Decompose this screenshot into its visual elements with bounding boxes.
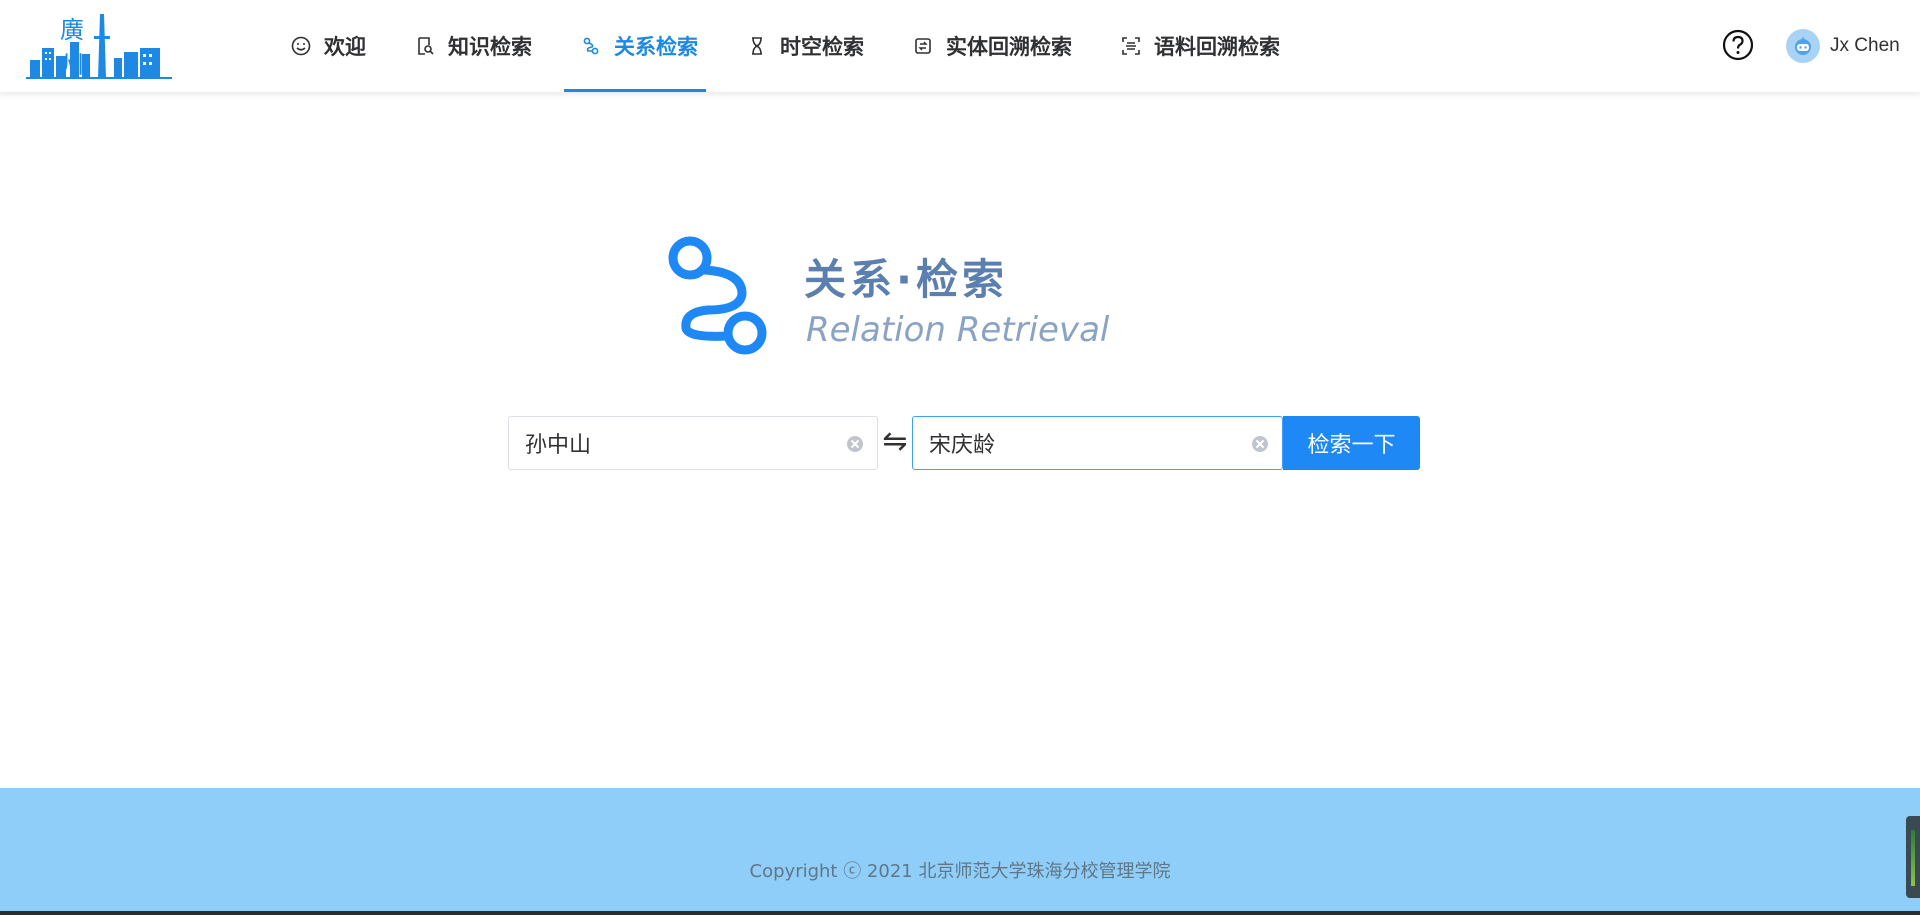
clear-icon[interactable] bbox=[1252, 436, 1268, 452]
bot-avatar-icon bbox=[1786, 29, 1820, 63]
document-search-icon bbox=[414, 35, 436, 57]
hero-title: 关系·检索 bbox=[804, 255, 1008, 304]
nav-label: 欢迎 bbox=[324, 35, 366, 59]
hero-subtitle: Relation Retrieval bbox=[806, 310, 1110, 350]
nav-item-knowledge-search[interactable]: 知识检索 bbox=[414, 0, 532, 92]
smile-icon bbox=[290, 35, 312, 57]
nav-label: 实体回溯检索 bbox=[946, 35, 1072, 59]
user-menu[interactable]: Jx Chen bbox=[1786, 29, 1900, 63]
logo-text: 廣 州 bbox=[60, 16, 110, 79]
right-entity-field[interactable] bbox=[912, 416, 1283, 470]
nav-item-welcome[interactable]: 欢迎 bbox=[290, 0, 366, 92]
nav-label: 语料回溯检索 bbox=[1154, 35, 1280, 59]
relation-path-icon bbox=[580, 35, 602, 57]
page-footer: Copyright ⓒ 2021 北京师范大学珠海分校管理学院 bbox=[0, 788, 1920, 915]
nav-item-spatiotemporal-search[interactable]: 时空检索 bbox=[746, 0, 864, 92]
clear-icon[interactable] bbox=[847, 436, 863, 452]
volume-meter-widget[interactable] bbox=[1906, 816, 1920, 898]
nav-item-entity-trace-search[interactable]: 实体回溯检索 bbox=[912, 0, 1072, 92]
nav-label: 时空检索 bbox=[780, 35, 864, 59]
entity-trace-icon bbox=[912, 35, 934, 57]
page-hero: 关系·检索 Relation Retrieval bbox=[664, 232, 1109, 362]
top-header: 廣 州 欢迎 知识检索 关系检索 时空检索 实体回溯检索 语料回溯检索 Jx C… bbox=[0, 0, 1920, 92]
user-name: Jx Chen bbox=[1830, 35, 1900, 56]
nav-label: 知识检索 bbox=[448, 35, 532, 59]
swap-icon[interactable]: ⇋ bbox=[880, 424, 910, 460]
right-entity-input[interactable] bbox=[929, 430, 1229, 456]
left-entity-input[interactable] bbox=[525, 430, 825, 456]
relation-path-icon bbox=[668, 236, 767, 355]
scan-icon bbox=[1120, 35, 1142, 57]
main-nav: 欢迎 知识检索 关系检索 时空检索 实体回溯检索 语料回溯检索 bbox=[290, 0, 1328, 92]
question-circle-icon[interactable] bbox=[1722, 29, 1754, 61]
relation-search-bar: ⇋ 检索一下 bbox=[508, 416, 1420, 470]
nav-item-corpus-trace-search[interactable]: 语料回溯检索 bbox=[1120, 0, 1280, 92]
nav-item-relation-search[interactable]: 关系检索 bbox=[564, 0, 706, 92]
search-button[interactable]: 检索一下 bbox=[1283, 416, 1420, 470]
left-entity-field[interactable] bbox=[508, 416, 878, 470]
hourglass-icon bbox=[746, 35, 768, 57]
bottom-edge-bar bbox=[0, 911, 1920, 915]
copyright-text: Copyright ⓒ 2021 北京师范大学珠海分校管理学院 bbox=[749, 861, 1171, 882]
guangzhou-logo[interactable]: 廣 州 bbox=[26, 8, 176, 80]
nav-label: 关系检索 bbox=[614, 35, 698, 59]
